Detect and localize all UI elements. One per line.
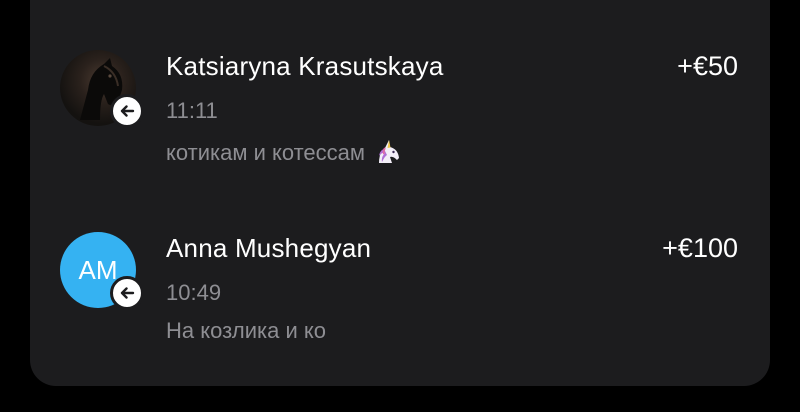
- arrow-left-icon: [120, 105, 135, 117]
- transaction-comment: котикам и котессам: [166, 136, 403, 172]
- transaction-amount: +€100: [662, 233, 738, 263]
- transaction-time: 10:49: [166, 280, 222, 305]
- transaction-row[interactable]: Katsiaryna Krasutskaya +€50 11:11 котика…: [30, 50, 770, 190]
- avatar-container: [60, 50, 144, 128]
- sender-name: Katsiaryna Krasutskaya: [166, 51, 444, 81]
- transaction-time: 11:11: [166, 98, 218, 123]
- unicorn-icon: [373, 136, 403, 172]
- incoming-transfer-badge: [110, 94, 144, 128]
- comment-text: котикам и котессам: [166, 140, 366, 165]
- sender-name: Anna Mushegyan: [166, 233, 372, 263]
- transaction-comment: На козлика и ко: [166, 318, 327, 343]
- arrow-left-icon: [120, 287, 135, 299]
- transaction-row[interactable]: AM Anna Mushegyan +€100 10:49 На козлика…: [30, 232, 770, 372]
- incoming-transfer-badge: [110, 276, 144, 310]
- transaction-amount: +€50: [677, 51, 738, 81]
- transactions-card: Katsiaryna Krasutskaya +€50 11:11 котика…: [30, 0, 770, 386]
- avatar-container: AM: [60, 232, 144, 310]
